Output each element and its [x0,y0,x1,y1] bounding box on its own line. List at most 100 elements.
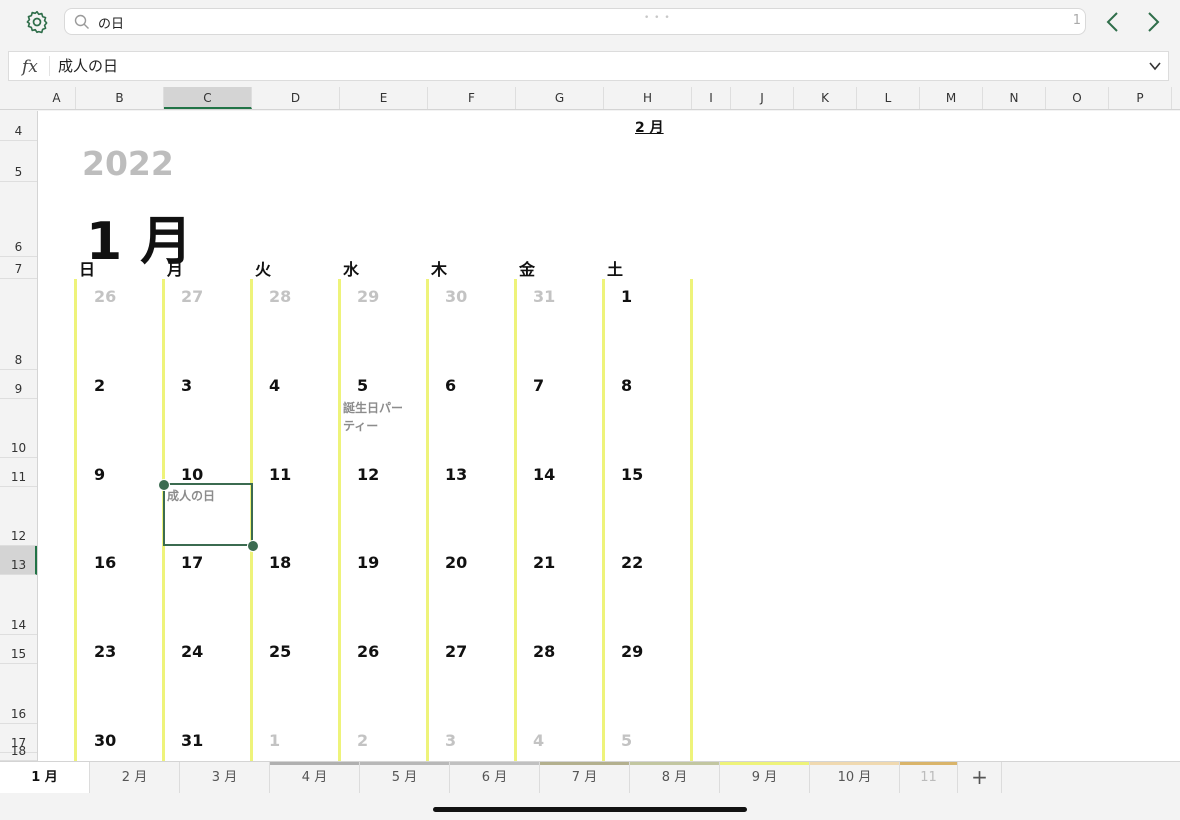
column-header-l[interactable]: L [857,87,920,109]
drag-handle-icon[interactable]: • • • [644,13,671,23]
day-cell[interactable]: 16 [94,553,116,572]
day-cell[interactable]: 2 [94,376,105,395]
row-header-8[interactable]: 8 [0,279,37,370]
column-header-n[interactable]: N [983,87,1046,109]
search-input[interactable]: • • • の日 1 [64,8,1086,35]
day-cell[interactable]: 4 [533,731,544,750]
gear-icon[interactable] [24,9,50,35]
row-header-9[interactable]: 9 [0,370,37,399]
day-cell[interactable]: 27 [181,287,203,306]
day-cell[interactable]: 20 [445,553,467,572]
selection-handle-top-left[interactable] [158,479,170,491]
row-header-18[interactable]: 18 [0,744,37,761]
sheet-tab[interactable]: 11 [900,762,958,793]
day-cell[interactable]: 12 [357,465,379,484]
formula-input[interactable]: 成人の日 [58,55,118,76]
day-cell[interactable]: 29 [621,642,643,661]
day-cell[interactable]: 11 [269,465,291,484]
day-cell[interactable]: 14 [533,465,555,484]
sheet-tab[interactable]: 4 月 [270,762,360,793]
sheet-tab[interactable]: 7 月 [540,762,630,793]
row-header-5[interactable]: 5 [0,141,37,182]
formula-bar[interactable]: fx 成人の日 [8,51,1169,81]
row-header-15[interactable]: 15 [0,635,37,664]
column-header-b[interactable]: B [76,87,164,109]
column-header-a[interactable]: A [38,87,76,109]
day-cell[interactable]: 3 [445,731,456,750]
event-birthday[interactable]: 誕生日パー ティー [343,399,403,435]
day-cell[interactable]: 18 [269,553,291,572]
sheet-tab[interactable]: 3 月 [180,762,270,793]
day-cell[interactable]: 1 [269,731,280,750]
home-indicator[interactable] [433,807,747,812]
column-header-d[interactable]: D [252,87,340,109]
sheet-tab[interactable]: 1 月 [0,762,90,793]
sheet-grid[interactable]: 2 月 2022 1 月 日月火水木金土 26 27 28 29 30 31 1 2 3 4 5 6 7… [38,111,1180,761]
row-header-11[interactable]: 11 [0,458,37,487]
day-cell[interactable]: 3 [181,376,192,395]
sheet-tab[interactable]: 2 月 [90,762,180,793]
function-icon[interactable]: fx [22,57,38,77]
add-sheet-button[interactable]: + [958,762,1002,793]
day-cell[interactable]: 5 [357,376,368,395]
day-cell[interactable]: 13 [445,465,467,484]
column-header-h[interactable]: H [604,87,692,109]
day-cell[interactable]: 27 [445,642,467,661]
day-cell[interactable]: 29 [357,287,379,306]
next-month-link[interactable]: 2 月 [635,117,664,137]
day-cell[interactable]: 28 [533,642,555,661]
day-cell[interactable]: 17 [181,553,203,572]
row-header-12[interactable]: 12 [0,487,37,546]
row-header-6[interactable]: 6 [0,182,37,257]
column-header-m[interactable]: M [920,87,983,109]
day-cell[interactable]: 5 [621,731,632,750]
day-cell[interactable]: 8 [621,376,632,395]
day-cell[interactable]: 26 [94,287,116,306]
day-cell[interactable]: 26 [357,642,379,661]
sheet-tab[interactable]: 5 月 [360,762,450,793]
day-cell[interactable]: 31 [533,287,555,306]
day-cell[interactable]: 30 [445,287,467,306]
day-cell[interactable]: 10 [181,465,203,484]
selection-handle-bottom-right[interactable] [247,540,259,552]
next-match-button[interactable] [1142,8,1164,36]
chevron-down-icon[interactable] [1148,59,1162,73]
column-header-j[interactable]: J [731,87,794,109]
day-cell[interactable]: 25 [269,642,291,661]
column-header-o[interactable]: O [1046,87,1109,109]
day-cell[interactable]: 9 [94,465,105,484]
day-cell[interactable]: 22 [621,553,643,572]
day-cell[interactable]: 28 [269,287,291,306]
column-header-g[interactable]: G [516,87,604,109]
day-cell[interactable]: 15 [621,465,643,484]
day-cell[interactable]: 1 [621,287,632,306]
day-cell[interactable]: 19 [357,553,379,572]
day-cell[interactable]: 7 [533,376,544,395]
row-header-4[interactable]: 4 [0,111,37,141]
day-cell[interactable]: 4 [269,376,280,395]
column-header-p[interactable]: P [1109,87,1172,109]
day-cell[interactable]: 30 [94,731,116,750]
day-cell[interactable]: 6 [445,376,456,395]
column-header-e[interactable]: E [340,87,428,109]
column-header-i[interactable]: I [692,87,731,109]
day-cell[interactable]: 24 [181,642,203,661]
previous-match-button[interactable] [1102,8,1124,36]
row-header-7[interactable]: 7 [0,257,37,279]
column-header-c[interactable]: C [164,87,252,109]
day-cell[interactable]: 23 [94,642,116,661]
column-header-f[interactable]: F [428,87,516,109]
selected-cell[interactable] [163,483,253,546]
column-header-k[interactable]: K [794,87,857,109]
sheet-tab[interactable]: 10 月 [810,762,900,793]
day-cell[interactable]: 31 [181,731,203,750]
row-header-10[interactable]: 10 [0,399,37,458]
row-header-14[interactable]: 14 [0,575,37,635]
row-header-16[interactable]: 16 [0,664,37,724]
row-header-13[interactable]: 13 [0,546,37,575]
sheet-tab[interactable]: 8 月 [630,762,720,793]
day-cell[interactable]: 2 [357,731,368,750]
sheet-tab[interactable]: 6 月 [450,762,540,793]
sheet-tab[interactable]: 9 月 [720,762,810,793]
day-cell[interactable]: 21 [533,553,555,572]
